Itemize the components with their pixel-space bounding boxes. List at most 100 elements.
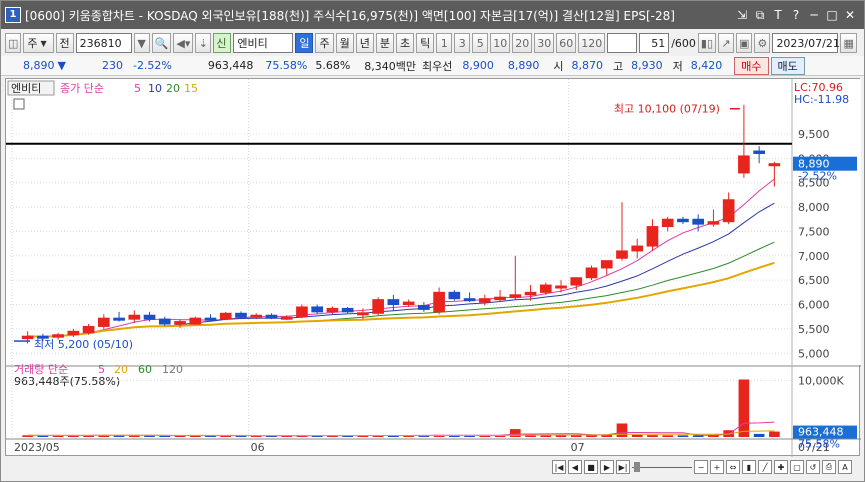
date-input[interactable]: 2023/07/21: [772, 33, 840, 53]
title-bar: 1 [0600] 키움종합차트 - KOSDAQ 외국인보유[188(천)] 주…: [1, 1, 864, 29]
candle-body: [143, 314, 156, 320]
chart-window: 1 [0600] 키움종합차트 - KOSDAQ 외국인보유[188(천)] 주…: [0, 0, 865, 482]
page-input[interactable]: 51: [639, 33, 670, 53]
buy-button[interactable]: 매수: [734, 56, 769, 75]
price-tick-label: 6,000: [798, 299, 830, 312]
open-label: 시: [553, 59, 564, 73]
candle-body: [661, 218, 674, 228]
link-icon[interactable]: ⧉: [752, 7, 768, 23]
low-price: 8,420: [690, 59, 723, 72]
interval-3-button[interactable]: 3: [454, 33, 471, 53]
help-icon[interactable]: ?: [788, 7, 804, 23]
candle-body: [585, 267, 598, 279]
candle-body: [478, 298, 491, 303]
layout-icon[interactable]: ◫: [5, 33, 22, 53]
candle-body: [494, 296, 506, 301]
interval-1-button[interactable]: 1: [436, 33, 453, 53]
interval-20-button[interactable]: 20: [512, 33, 533, 53]
sound-icon[interactable]: ◀▾: [173, 33, 194, 53]
stock-code-input[interactable]: 236810: [75, 33, 132, 53]
chart-type-icon[interactable]: ▮▯: [697, 33, 717, 53]
volume-tick-label: 10,000K: [798, 375, 844, 388]
change-percent: -2.52%: [132, 59, 172, 72]
candle-body: [768, 163, 781, 167]
ma-legend-period: 10: [148, 82, 162, 95]
window-number-badge[interactable]: 1: [5, 7, 21, 23]
candle-body: [204, 317, 217, 321]
period-month-button[interactable]: 월: [335, 33, 354, 53]
candle-body: [692, 218, 705, 225]
interval-60-button[interactable]: 60: [556, 33, 577, 53]
volume-last-pct: 75.58%: [798, 438, 840, 451]
candle-body: [463, 298, 476, 302]
code-dropdown-icon[interactable]: ▼: [133, 33, 150, 53]
interval-10-button[interactable]: 10: [490, 33, 511, 53]
dock-icon[interactable]: ⇲: [734, 7, 750, 23]
stock-name-field: 엔비티: [233, 33, 294, 53]
fit-icon[interactable]: ⇔: [726, 460, 740, 474]
ma-legend-period: 20: [166, 82, 180, 95]
scroll-prev-icon[interactable]: ◀: [568, 460, 582, 474]
candle-body: [311, 306, 324, 313]
volume-ratio: 75.58%: [265, 59, 308, 72]
candle-body: [600, 260, 613, 269]
price-tick-label: 7,000: [798, 250, 830, 263]
period-day-button[interactable]: 일: [295, 33, 314, 53]
search-icon[interactable]: 🔍: [151, 33, 172, 53]
high-price: 8,930: [631, 59, 663, 72]
chart-area[interactable]: 9,5009,0008,5008,0007,5007,0006,5006,000…: [5, 78, 861, 457]
custom-interval-input[interactable]: [607, 33, 638, 53]
all-market-button[interactable]: 전: [55, 33, 74, 53]
candle-body: [158, 318, 171, 325]
period-tick-button[interactable]: 틱: [416, 33, 435, 53]
volume-bar: [647, 435, 658, 437]
interval-30-button[interactable]: 30: [534, 33, 555, 53]
save-icon[interactable]: ▣: [736, 33, 753, 53]
main-toolbar: ◫ 주 ▼ 전 236810 ▼ 🔍 ◀▾ ⇣ 신 엔비티 일 주 월 년 분 초…: [1, 31, 864, 55]
period-year-button[interactable]: 년: [355, 33, 374, 53]
crosshair-icon[interactable]: ↗: [718, 33, 735, 53]
new-listing-badge: 신: [213, 33, 232, 53]
font-icon[interactable]: T: [770, 7, 786, 23]
gear-icon[interactable]: ⚙: [754, 33, 771, 53]
close-icon[interactable]: ✕: [842, 7, 858, 23]
print-icon[interactable]: ⎙: [822, 460, 836, 474]
cross-icon[interactable]: ✚: [774, 460, 788, 474]
candle-body: [113, 317, 125, 321]
zoom-box-icon[interactable]: ▢: [790, 460, 804, 474]
period-second-button[interactable]: 초: [395, 33, 415, 53]
period-week-button[interactable]: 주: [315, 33, 334, 53]
interval-120-button[interactable]: 120: [578, 33, 606, 53]
market-selector[interactable]: 주 ▼: [23, 33, 54, 53]
calendar-icon[interactable]: ▦: [840, 33, 857, 53]
candle-body: [82, 325, 95, 334]
candle-body: [341, 307, 354, 313]
scroll-first-icon[interactable]: |◀: [552, 460, 566, 474]
zoom-in-icon[interactable]: +: [710, 460, 724, 474]
scroll-last-icon[interactable]: ▶|: [616, 460, 630, 474]
zoom-slider[interactable]: [632, 460, 692, 474]
candle-icon[interactable]: ▮: [742, 460, 756, 474]
zoom-out-icon[interactable]: −: [694, 460, 708, 474]
panel-name: 엔비티: [11, 82, 41, 95]
chart-svg[interactable]: 9,5009,0008,5008,0007,5007,0006,5006,000…: [6, 79, 861, 457]
candle-body: [189, 317, 202, 325]
window-title: [0600] 키움종합차트 - KOSDAQ 외국인보유[188(천)] 주식수…: [25, 8, 675, 23]
minimize-icon[interactable]: ─: [806, 7, 822, 23]
change-amount: 230: [101, 59, 123, 72]
candle-body: [631, 245, 644, 252]
maximize-icon[interactable]: □: [824, 7, 840, 23]
font-size-icon[interactable]: A: [838, 460, 852, 474]
reset-icon[interactable]: ↺: [806, 460, 820, 474]
pause-icon[interactable]: ■: [584, 460, 598, 474]
volume-bar: [738, 379, 750, 437]
period-minute-button[interactable]: 분: [375, 33, 394, 53]
x-tick-label: 06: [251, 441, 265, 454]
sell-button[interactable]: 매도: [770, 56, 805, 75]
window-controls: ⇲ ⧉ T ? ─ □ ✕: [734, 7, 858, 23]
line-icon[interactable]: ╱: [758, 460, 772, 474]
candle-body: [539, 284, 552, 293]
cursor-icon[interactable]: ⇣: [195, 33, 212, 53]
interval-5-button[interactable]: 5: [472, 33, 489, 53]
scroll-next-icon[interactable]: ▶: [600, 460, 614, 474]
